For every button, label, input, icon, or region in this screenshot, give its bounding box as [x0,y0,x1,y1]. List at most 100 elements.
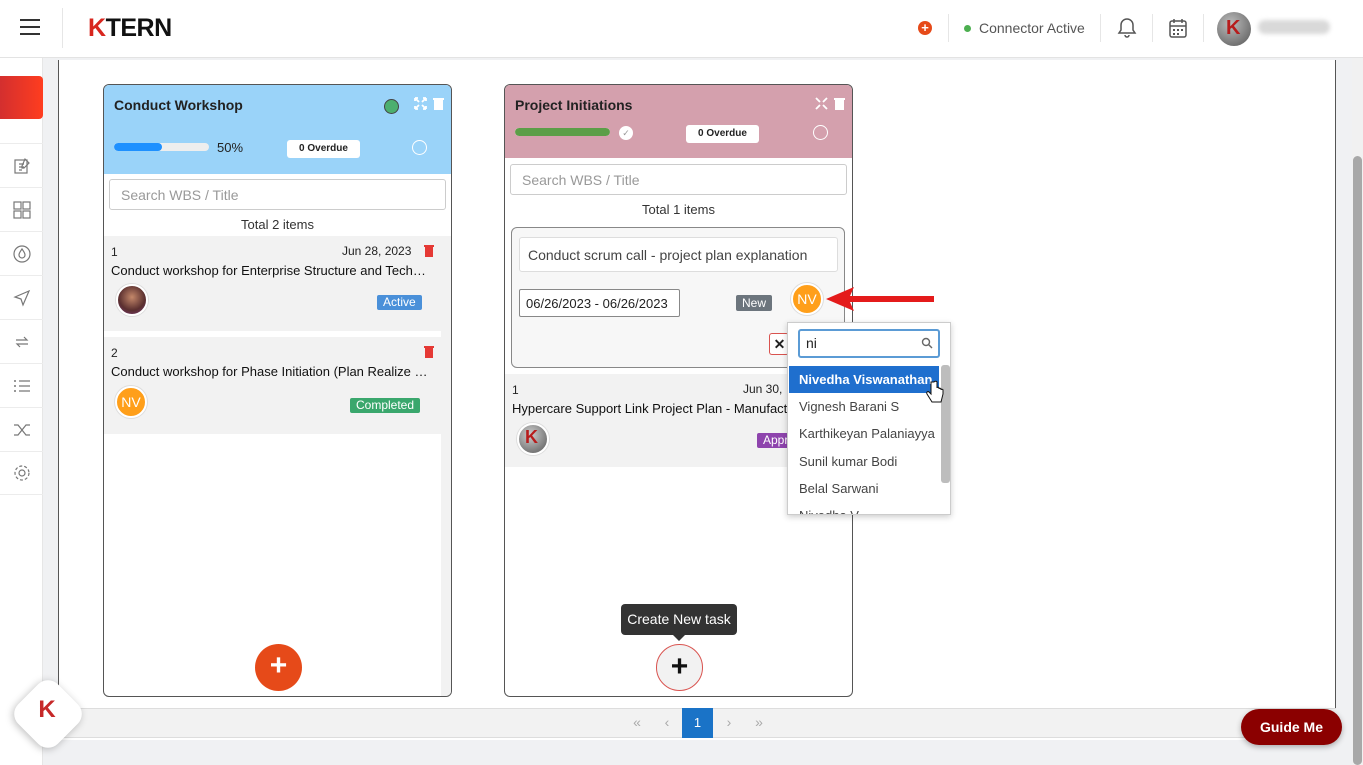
task-title: Conduct workshop for Phase Initiation (P… [111,364,433,379]
task-number: 1 [512,383,519,397]
status-badge: Completed [350,398,421,413]
sidebar-item-fire[interactable] [0,231,43,275]
header-separator [948,14,949,42]
assignee-option[interactable]: Nivedha V [789,502,939,514]
create-task-button[interactable]: + [255,644,302,691]
expand-icon[interactable] [815,97,828,110]
search-wbs-input[interactable]: Search WBS / Title [109,179,446,210]
column-conduct-workshop: Conduct Workshop 50% 0 Overdue Search WB… [103,84,452,697]
first-page-button[interactable]: « [627,714,647,730]
overdue-badge: 0 Overdue [686,125,759,143]
scrollbar-thumb[interactable] [1353,156,1362,765]
progress-bar [114,143,209,151]
header-separator [1100,14,1101,42]
assignee-option[interactable]: Karthikeyan Palaniayya [789,420,939,447]
calendar-icon[interactable] [1168,17,1188,39]
status-badge: Active [377,295,422,310]
page-scrollbar[interactable] [1352,58,1363,765]
overdue-badge: 0 Overdue [287,140,360,158]
hamburger-menu-icon[interactable] [20,19,40,37]
sidebar-active-item[interactable] [0,76,43,119]
trash-icon[interactable] [833,97,846,110]
search-wbs-input[interactable]: Search WBS / Title [510,164,847,195]
sidebar-item-settings[interactable] [0,451,43,495]
hand-cursor-icon [926,380,944,403]
last-page-button[interactable]: » [749,714,769,730]
sidebar-item-send[interactable] [0,275,43,319]
create-task-tooltip: Create New task [621,604,737,635]
send-icon [12,289,30,307]
status-dot[interactable] [384,99,399,114]
connector-status: Connector Active [979,20,1085,36]
progress-bar [515,128,610,136]
column-scrollbar[interactable] [441,236,451,696]
column-actions [815,97,846,110]
column-header: Project Initiations ✓ 0 Overdue [505,85,852,158]
top-header: KTERN + Connector Active K [0,0,1363,58]
sync-icon [15,336,28,347]
assignee-option[interactable]: Nivedha Viswanathan [789,366,939,393]
task-title-input[interactable]: Conduct scrum call - project plan explan… [519,237,838,272]
progress-fill [515,128,610,136]
app-logo[interactable]: KTERN [88,14,172,43]
total-items: Total 2 items [241,217,314,232]
next-page-button[interactable]: › [719,714,739,730]
connector-status-dot [964,25,971,32]
date-range-input[interactable]: 06/26/2023 - 06/26/2023 [519,289,680,317]
list-icon [13,379,30,392]
tooltip-arrow [673,635,685,641]
trash-icon[interactable] [432,97,445,110]
header-separator [1203,14,1204,42]
assignee-option[interactable]: Sunil kumar Bodi [789,448,939,475]
grid-icon [12,200,31,219]
flame-icon [12,244,31,263]
assignee-search-input[interactable]: ni [798,329,940,358]
task-date: Jun 28, 2023 [342,244,412,258]
progress-percent: 50% [217,140,244,155]
sidebar-item-list[interactable] [0,363,43,407]
edit-note-icon [13,157,30,174]
delete-task-icon[interactable] [423,244,435,257]
bell-icon[interactable] [1117,17,1137,39]
add-icon[interactable]: + [918,21,932,35]
expand-icon[interactable] [414,97,427,110]
task-card[interactable]: 1 Jun 28, 2023 Conduct workshop for Ente… [104,236,441,331]
search-icon [921,337,933,349]
page-1-button[interactable]: 1 [682,708,713,738]
task-title: Conduct workshop for Enterprise Structur… [111,263,433,278]
task-number: 2 [111,346,118,360]
assignee-option[interactable]: Belal Sarwani [789,475,939,502]
column-title: Project Initiations [515,97,633,113]
header-divider [62,8,63,48]
create-task-button[interactable]: + [656,644,703,691]
task-card[interactable]: 2 Conduct workshop for Phase Initiation … [104,337,441,434]
select-circle[interactable] [813,125,828,140]
task-title: Hypercare Support Link Project Plan - Ma… [512,401,795,416]
prev-page-button[interactable]: ‹ [657,714,677,730]
assignee-avatar[interactable] [116,284,148,316]
user-avatar[interactable]: K [1217,12,1251,46]
sidebar-item-shuffle[interactable] [0,407,43,451]
user-name-blurred[interactable] [1258,20,1330,34]
column-actions [414,97,445,110]
complete-check-icon: ✓ [619,126,633,140]
column-title: Conduct Workshop [114,97,243,113]
assignee-option[interactable]: Vignesh Barani S [789,393,939,420]
delete-task-icon[interactable] [423,345,435,358]
select-circle[interactable] [412,140,427,155]
assignee-dropdown: ni Nivedha Viswanathan Vignesh Barani S … [787,322,951,515]
header-separator [1152,14,1153,42]
cancel-task-button[interactable]: ✕ [769,333,789,355]
shuffle-icon [13,423,30,436]
assignee-avatar-button[interactable]: NV [791,283,823,315]
sidebar-item-edit[interactable] [0,143,43,187]
progress-fill [114,143,162,151]
column-header: Conduct Workshop 50% 0 Overdue [104,85,451,174]
guide-me-button[interactable]: Guide Me [1241,709,1342,745]
sidebar-item-sync[interactable] [0,319,43,363]
assignee-avatar[interactable]: K [517,423,549,455]
assignee-avatar[interactable]: NV [115,386,147,418]
left-sidebar [0,58,43,765]
sidebar-item-dashboard[interactable] [0,187,43,231]
status-badge: New [736,295,773,311]
